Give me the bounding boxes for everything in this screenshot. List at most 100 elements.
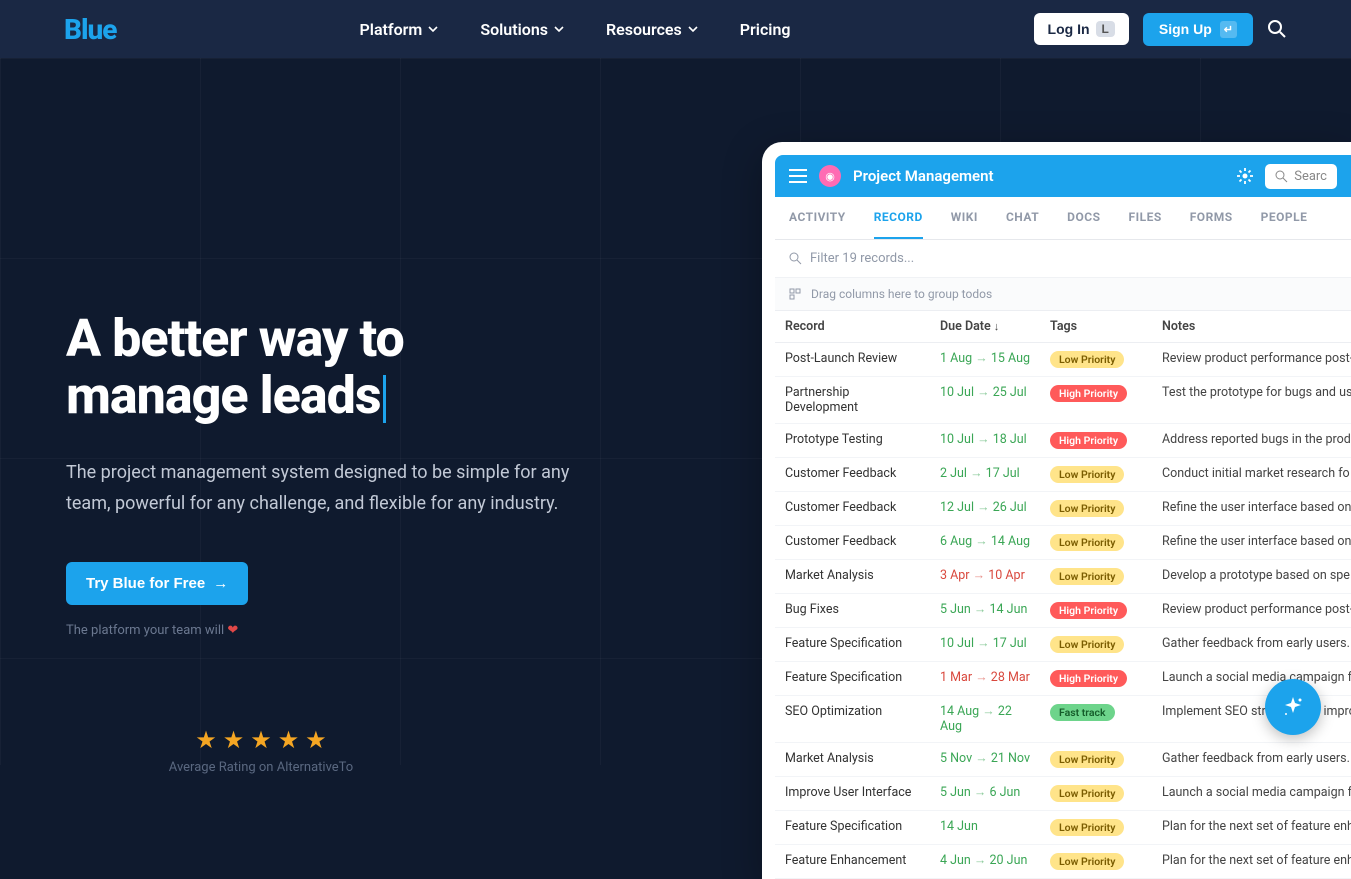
hero-title-line1: A better way to (66, 308, 404, 369)
cell-record: Bug Fixes (775, 594, 930, 627)
tab-docs[interactable]: DOCS (1067, 197, 1100, 239)
cell-tag: Low Priority (1040, 811, 1152, 844)
cell-record: Customer Feedback (775, 526, 930, 559)
table-row[interactable]: Post-Launch Review1 Aug → 15 AugLow Prio… (775, 343, 1351, 377)
cell-due: 5 Jun → 14 Jun (930, 594, 1040, 627)
tag-pill: Low Priority (1050, 853, 1124, 870)
login-button[interactable]: Log InL (1034, 13, 1129, 45)
hero: A better way to manage leads The project… (66, 310, 606, 775)
tag-pill: Fast track (1050, 704, 1115, 721)
tab-record[interactable]: RECORD (874, 197, 923, 239)
tag-pill: High Priority (1050, 432, 1127, 449)
group-hint-text: Drag columns here to group todos (811, 287, 992, 301)
nav-solutions[interactable]: Solutions (480, 20, 564, 39)
cell-note: Plan for the next set of feature enh (1152, 811, 1351, 844)
tab-activity[interactable]: ACTIVITY (789, 197, 846, 239)
records-table: Record Due Date↓ Tags Notes Post-Launch … (775, 311, 1351, 879)
group-icon (789, 288, 801, 300)
try-free-button[interactable]: Try Blue for Free → (66, 562, 248, 605)
hero-tagline: The platform your team will ❤ (66, 623, 606, 638)
cell-due: 6 Aug → 14 Aug (930, 526, 1040, 559)
cell-note: Conduct initial market research fo (1152, 458, 1351, 491)
tab-wiki[interactable]: WIKI (951, 197, 978, 239)
cell-record: Feature Specification (775, 628, 930, 661)
cell-tag: Low Priority (1040, 560, 1152, 593)
cell-note: Review product performance post- (1152, 594, 1351, 627)
table-row[interactable]: Improve User Interface5 Jun → 6 JunLow P… (775, 777, 1351, 811)
tag-pill: High Priority (1050, 670, 1127, 687)
hero-subtitle: The project management system designed t… (66, 458, 606, 519)
hero-title-line2: manage leads (66, 365, 381, 426)
try-free-label: Try Blue for Free (86, 575, 205, 592)
nav-resources[interactable]: Resources (606, 20, 698, 39)
cell-due: 10 Jul → 25 Jul (930, 377, 1040, 423)
cell-tag: Fast track (1040, 696, 1152, 742)
tab-files[interactable]: FILES (1128, 197, 1161, 239)
group-hint-row[interactable]: Drag columns here to group todos (775, 278, 1351, 311)
cell-note: Plan for the next set of feature enh (1152, 845, 1351, 878)
arrow-right-icon: → (213, 575, 228, 592)
cell-tag: High Priority (1040, 594, 1152, 627)
login-label: Log In (1048, 21, 1090, 37)
tab-people[interactable]: PEOPLE (1261, 197, 1308, 239)
col-notes[interactable]: Notes (1152, 311, 1351, 342)
project-icon: ◉ (819, 165, 841, 187)
enter-icon: ↵ (1220, 21, 1237, 38)
cell-note: Develop a prototype based on spe (1152, 560, 1351, 593)
chevron-down-icon (428, 24, 438, 34)
search-icon[interactable] (1267, 19, 1287, 39)
tab-forms[interactable]: FORMS (1190, 197, 1233, 239)
cell-record: Customer Feedback (775, 492, 930, 525)
cell-record: Feature Enhancement (775, 845, 930, 878)
tag-pill: High Priority (1050, 602, 1127, 619)
tab-chat[interactable]: CHAT (1006, 197, 1039, 239)
cell-record: SEO Optimization (775, 696, 930, 742)
filter-row[interactable]: Filter 19 records... (775, 240, 1351, 278)
table-header: Record Due Date↓ Tags Notes (775, 311, 1351, 343)
cell-note: Implement SEO strategies to impro (1152, 696, 1351, 742)
table-row[interactable]: Bug Fixes5 Jun → 14 Jun High Priority Revi… (775, 594, 1351, 628)
app-title: Project Management (853, 167, 1225, 185)
cell-note: Refine the user interface based on (1152, 492, 1351, 525)
cell-record: Prototype Testing (775, 424, 930, 457)
cell-record: Market Analysis (775, 560, 930, 593)
cell-record: Feature Specification (775, 811, 930, 844)
hamburger-icon[interactable] (789, 169, 807, 183)
table-row[interactable]: Feature Specification14 JunLow PriorityP… (775, 811, 1351, 845)
cell-tag: Low Priority (1040, 492, 1152, 525)
cell-record: Feature Specification (775, 662, 930, 695)
table-row[interactable]: Customer Feedback2 Jul → 17 JulLow Prior… (775, 458, 1351, 492)
cell-record: Market Analysis (775, 743, 930, 776)
table-row[interactable]: Prototype Testing10 Jul → 18 JulHigh Pri… (775, 424, 1351, 458)
col-tags[interactable]: Tags (1040, 311, 1152, 342)
table-row[interactable]: Market Analysis3 Apr → 10 AprLow Priorit… (775, 560, 1351, 594)
cell-tag: Low Priority (1040, 628, 1152, 661)
cell-tag: Low Priority (1040, 526, 1152, 559)
nav-pricing[interactable]: Pricing (740, 20, 791, 39)
col-due[interactable]: Due Date↓ (930, 311, 1040, 342)
table-row[interactable]: Market Analysis5 Nov → 21 NovLow Priorit… (775, 743, 1351, 777)
cell-note: Gather feedback from early users. (1152, 628, 1351, 661)
table-row[interactable]: Feature Enhancement4 Jun → 20 JunLow Pri… (775, 845, 1351, 879)
col-record[interactable]: Record (775, 311, 930, 342)
table-row[interactable]: Customer Feedback6 Aug → 14 AugLow Prior… (775, 526, 1351, 560)
table-row[interactable]: Feature Specification10 Jul → 17 JulLow … (775, 628, 1351, 662)
gear-icon[interactable] (1237, 168, 1253, 184)
signup-button[interactable]: Sign Up ↵ (1143, 13, 1253, 46)
cell-tag: Low Priority (1040, 845, 1152, 878)
tag-pill: Low Priority (1050, 819, 1124, 836)
signup-label: Sign Up (1159, 21, 1212, 37)
brand-logo[interactable]: Blue (64, 13, 116, 46)
nav-center: Platform Solutions Resources Pricing (360, 20, 791, 39)
cell-tag: Low Priority (1040, 777, 1152, 810)
table-row[interactable]: Feature Specification1 Mar → 28 MarHigh … (775, 662, 1351, 696)
nav-platform[interactable]: Platform (360, 20, 439, 39)
cell-due: 14 Aug → 22 Aug (930, 696, 1040, 742)
cell-due: 5 Nov → 21 Nov (930, 743, 1040, 776)
cell-note: Refine the user interface based on (1152, 526, 1351, 559)
ai-fab-button[interactable] (1265, 679, 1321, 735)
table-row[interactable]: Partnership Development10 Jul → 25 JulHi… (775, 377, 1351, 424)
table-row[interactable]: Customer Feedback12 Jul → 26 JulLow Prio… (775, 492, 1351, 526)
tag-pill: Low Priority (1050, 785, 1124, 802)
app-search[interactable]: Searc (1265, 164, 1337, 189)
